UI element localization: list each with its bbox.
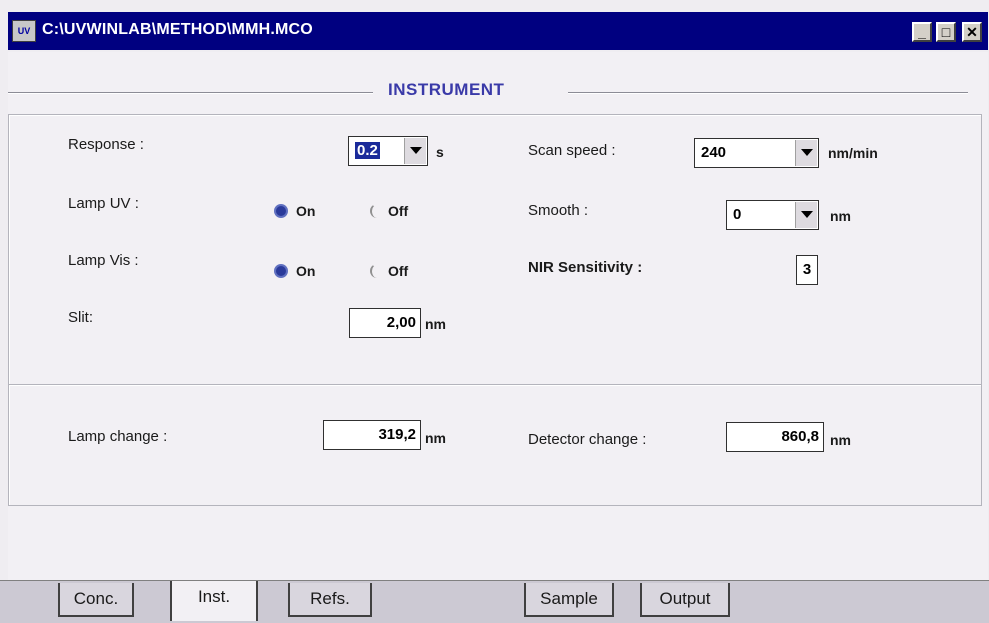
lamp-vis-off-radio[interactable] bbox=[370, 264, 384, 278]
lamp-change-unit: nm bbox=[425, 430, 446, 446]
detector-change-label: Detector change : bbox=[528, 431, 647, 448]
slit-label: Slit: bbox=[68, 309, 94, 326]
smooth-value: 0 bbox=[733, 206, 742, 223]
header-divider-right bbox=[568, 92, 968, 93]
lamp-uv-on-label[interactable]: On bbox=[296, 203, 315, 219]
section-title: INSTRUMENT bbox=[388, 80, 505, 99]
close-button[interactable]: ✕ bbox=[962, 22, 982, 42]
lamp-uv-off-label[interactable]: Off bbox=[388, 203, 408, 219]
app-icon: UV bbox=[12, 20, 36, 42]
scan-speed-unit: nm/min bbox=[828, 145, 878, 161]
tab-refs[interactable]: Refs. bbox=[288, 583, 372, 617]
smooth-select[interactable]: 0 bbox=[726, 200, 819, 230]
maximize-button[interactable]: □ bbox=[936, 22, 956, 42]
scan-speed-select[interactable]: 240 bbox=[694, 138, 819, 168]
instrument-panel: INSTRUMENT Response : 0.2 s Lamp UV : On… bbox=[8, 52, 988, 580]
smooth-label: Smooth : bbox=[528, 202, 589, 219]
detector-change-input[interactable]: 860,8 bbox=[726, 422, 824, 452]
lamp-vis-label: Lamp Vis : bbox=[68, 252, 139, 269]
tab-sample[interactable]: Sample bbox=[524, 583, 614, 617]
lamp-uv-off-radio[interactable] bbox=[370, 204, 384, 218]
minimize-button[interactable]: _ bbox=[912, 22, 932, 42]
response-select[interactable]: 0.2 bbox=[348, 136, 428, 166]
chevron-down-icon[interactable] bbox=[795, 140, 817, 166]
lamp-vis-on-label[interactable]: On bbox=[296, 263, 315, 279]
nir-sensitivity-label: NIR Sensitivity : bbox=[528, 259, 643, 276]
scan-speed-label: Scan speed : bbox=[528, 142, 616, 159]
lamp-vis-on-radio[interactable] bbox=[274, 264, 288, 278]
smooth-unit: nm bbox=[830, 208, 851, 224]
method-window: UV C:\UVWINLAB\METHOD\MMH.MCO _ □ ✕ INST… bbox=[0, 0, 989, 623]
lamp-change-label: Lamp change : bbox=[68, 428, 168, 445]
header-divider-left bbox=[8, 92, 373, 93]
lamp-change-input[interactable]: 319,2 bbox=[323, 420, 421, 450]
tab-output[interactable]: Output bbox=[640, 583, 730, 617]
chevron-down-icon[interactable] bbox=[404, 138, 426, 164]
lamp-vis-off-label[interactable]: Off bbox=[388, 263, 408, 279]
detector-change-unit: nm bbox=[830, 432, 851, 448]
slit-input[interactable]: 2,00 bbox=[349, 308, 421, 338]
slit-unit: nm bbox=[425, 316, 446, 332]
response-value: 0.2 bbox=[355, 142, 380, 159]
title-bar[interactable]: UV C:\UVWINLAB\METHOD\MMH.MCO _ □ ✕ bbox=[8, 12, 988, 50]
tab-strip: Conc. Inst. Refs. Sample Output bbox=[0, 580, 989, 623]
scan-speed-value: 240 bbox=[701, 144, 727, 161]
nir-sensitivity-input[interactable]: 3 bbox=[796, 255, 818, 285]
lamp-uv-label: Lamp UV : bbox=[68, 195, 139, 212]
response-label: Response : bbox=[68, 136, 144, 153]
response-unit: s bbox=[436, 144, 444, 160]
chevron-down-icon[interactable] bbox=[795, 202, 817, 228]
tab-inst[interactable]: Inst. bbox=[170, 581, 258, 621]
window-title: C:\UVWINLAB\METHOD\MMH.MCO bbox=[42, 21, 313, 38]
lamp-uv-on-radio[interactable] bbox=[274, 204, 288, 218]
tab-conc[interactable]: Conc. bbox=[58, 583, 134, 617]
